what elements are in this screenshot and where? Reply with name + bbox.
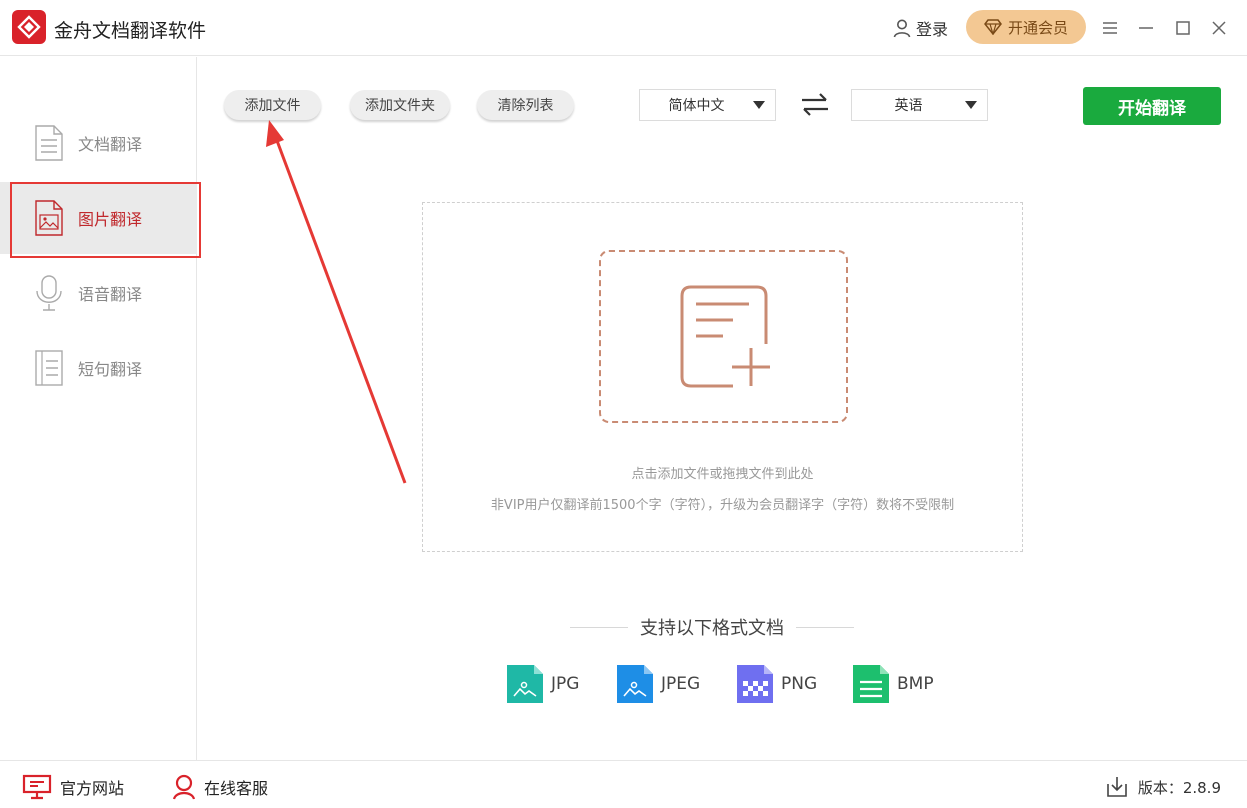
maximize-icon [1176, 21, 1190, 35]
format-png: PNG [737, 665, 817, 703]
add-folder-button[interactable]: 添加文件夹 [350, 90, 450, 120]
user-icon [893, 19, 911, 38]
format-jpeg: JPEG [617, 665, 700, 703]
supported-formats-title: 支持以下格式文档 [640, 618, 784, 639]
supported-formats-heading: 支持以下格式文档 [570, 614, 854, 640]
status-bar: 官方网站 在线客服 版本：2.8.9 [0, 760, 1247, 808]
menu-button[interactable] [1096, 14, 1124, 42]
online-support-label: 在线客服 [204, 779, 269, 798]
jpeg-file-icon [617, 665, 653, 703]
minimize-button[interactable] [1132, 14, 1160, 42]
version-label: 版本：2.8.9 [1137, 778, 1221, 797]
maximize-button[interactable] [1169, 14, 1197, 42]
open-vip-button[interactable]: 开通会员 [966, 10, 1086, 44]
online-support-link[interactable]: 在线客服 [172, 774, 268, 800]
close-button[interactable] [1205, 14, 1233, 42]
app-logo-icon [12, 10, 46, 44]
source-language-select[interactable]: 简体中文 [639, 89, 776, 121]
divider [570, 626, 628, 628]
document-icon [35, 125, 63, 161]
diamond-icon [984, 19, 1002, 35]
format-bmp: BMP [853, 665, 934, 703]
format-label: JPG [551, 674, 580, 694]
minimize-icon [1139, 27, 1153, 29]
title-bar: 金舟文档翻译软件 登录 开通会员 [0, 0, 1247, 56]
format-label: BMP [897, 674, 934, 694]
version-info: 版本：2.8.9 [1106, 776, 1221, 798]
divider [796, 626, 854, 628]
png-file-icon [737, 665, 773, 703]
file-drop-zone[interactable]: 点击添加文件或拖拽文件到此处 非VIP用户仅翻译前1500个字（字符），升级为会… [422, 202, 1023, 552]
chevron-down-icon [965, 101, 977, 109]
menu-icon [1103, 22, 1117, 34]
close-icon [1212, 21, 1226, 35]
add-document-icon [680, 285, 770, 388]
sidebar-item-label: 语音翻译 [78, 285, 143, 304]
format-label: PNG [781, 674, 818, 694]
bmp-file-icon [853, 665, 889, 703]
text-lines-icon [35, 350, 63, 386]
sidebar: 文档翻译 图片翻译 语音翻译 短句翻译 [0, 57, 201, 760]
official-website-label: 官方网站 [60, 779, 125, 798]
source-language-value: 简体中文 [668, 98, 725, 114]
format-jpg: JPG [507, 665, 579, 703]
jpg-file-icon [507, 665, 543, 703]
target-language-value: 英语 [894, 98, 923, 114]
login-label: 登录 [916, 20, 949, 39]
sidebar-item-label: 短句翻译 [78, 360, 143, 379]
vip-label: 开通会员 [1007, 18, 1068, 37]
start-translate-button[interactable]: 开始翻译 [1083, 87, 1221, 125]
support-agent-icon [172, 774, 196, 800]
app-title: 金舟文档翻译软件 [54, 20, 207, 42]
swap-languages-icon[interactable] [800, 92, 830, 116]
drop-hint: 点击添加文件或拖拽文件到此处 [631, 467, 814, 482]
vip-limit-note: 非VIP用户仅翻译前1500个字（字符），升级为会员翻译字（字符）数将不受限制 [490, 498, 955, 513]
clear-list-button[interactable]: 清除列表 [477, 90, 574, 120]
sidebar-item-document[interactable]: 文档翻译 [0, 107, 197, 179]
image-icon [35, 200, 63, 236]
download-icon[interactable] [1106, 776, 1128, 798]
sidebar-item-voice[interactable]: 语音翻译 [0, 257, 197, 329]
official-website-link[interactable]: 官方网站 [22, 774, 124, 800]
microphone-icon [36, 275, 62, 311]
add-file-target[interactable] [599, 250, 848, 423]
sidebar-item-label: 文档翻译 [78, 135, 143, 154]
chevron-down-icon [753, 101, 765, 109]
target-language-select[interactable]: 英语 [851, 89, 988, 121]
format-label: JPEG [661, 674, 701, 694]
sidebar-item-sentence[interactable]: 短句翻译 [0, 332, 197, 404]
sidebar-item-label: 图片翻译 [78, 210, 143, 229]
login-button[interactable]: 登录 [892, 16, 948, 40]
monitor-icon [22, 774, 52, 800]
add-file-button[interactable]: 添加文件 [224, 90, 321, 120]
sidebar-item-image[interactable]: 图片翻译 [0, 182, 201, 258]
